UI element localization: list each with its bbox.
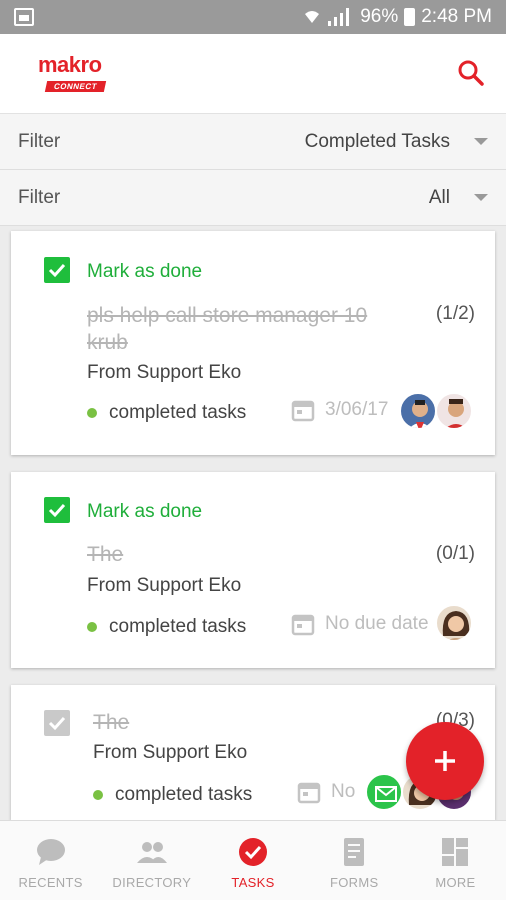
- task-progress-count: (1/2): [435, 303, 475, 324]
- status-dot-icon: [93, 790, 103, 800]
- people-icon: [136, 842, 167, 863]
- due-date-text: 3/06/17: [325, 399, 389, 420]
- task-title[interactable]: pls help call store manager 10 krub: [87, 302, 407, 356]
- task-status: completed tasks: [87, 402, 246, 424]
- status-bar-right: 96% 2:48 PM: [304, 6, 492, 28]
- task-card[interactable]: Mark as done pls help call store manager…: [11, 231, 495, 455]
- mark-done-checkbox[interactable]: [44, 497, 70, 523]
- task-progress-count: (0/1): [435, 543, 475, 564]
- calendar-icon: [291, 400, 315, 422]
- mark-done-checkbox[interactable]: [44, 257, 70, 283]
- status-dot-icon: [87, 408, 97, 418]
- nav-more[interactable]: MORE: [405, 821, 506, 900]
- nav-label: DIRECTORY: [112, 875, 192, 890]
- check-circle-icon: [239, 838, 267, 866]
- bottom-navigation: RECENTS DIRECTORY TASKS FORMS MORE: [0, 820, 506, 900]
- nav-label: FORMS: [329, 875, 379, 890]
- signal-icon: [326, 8, 354, 26]
- envelope-icon: [375, 786, 397, 802]
- assignee-avatar[interactable]: [435, 604, 473, 642]
- nav-label: TASKS: [231, 875, 275, 890]
- task-card[interactable]: Mark as done The (0/1) From Support Eko …: [11, 472, 495, 668]
- task-due-date: No due date: [291, 612, 429, 636]
- task-status-label: completed tasks: [115, 784, 253, 805]
- makro-connect-logo: makro CONNECT: [38, 54, 114, 94]
- due-date-text: No due date: [325, 613, 429, 634]
- calendar-icon: [297, 782, 321, 804]
- dropdown-arrow-icon: [474, 138, 488, 145]
- logo-subtext: CONNECT: [44, 81, 107, 92]
- check-icon: [48, 716, 66, 731]
- app-header: makro CONNECT: [0, 34, 506, 114]
- battery-icon: [404, 8, 416, 26]
- assignee-avatar[interactable]: [399, 392, 437, 430]
- assignee-avatar[interactable]: [435, 392, 473, 430]
- dropdown-arrow-icon: [474, 194, 488, 201]
- search-icon: [458, 60, 484, 86]
- filter-select[interactable]: All: [429, 187, 488, 209]
- wifi-icon: [305, 11, 320, 23]
- task-title[interactable]: The: [93, 709, 293, 736]
- status-dot-icon: [87, 622, 97, 632]
- filter-label: Filter: [18, 186, 61, 208]
- task-title[interactable]: The: [87, 541, 407, 568]
- add-task-button[interactable]: [406, 722, 484, 800]
- assignee-avatar[interactable]: [365, 773, 403, 811]
- mark-done-label[interactable]: Mark as done: [87, 261, 202, 283]
- filter-selected-value: Completed Tasks: [304, 130, 450, 152]
- task-due-date: No: [297, 780, 355, 804]
- nav-directory[interactable]: DIRECTORY: [101, 821, 202, 900]
- task-status-label: completed tasks: [109, 402, 247, 423]
- form-icon: [344, 838, 365, 866]
- task-assigner: From Support Eko: [87, 575, 242, 596]
- check-icon: [48, 263, 66, 278]
- task-status: completed tasks: [93, 784, 252, 806]
- nav-label: RECENTS: [18, 875, 83, 890]
- filter-task-status[interactable]: Filter Completed Tasks: [0, 114, 506, 170]
- calendar-icon: [291, 614, 315, 636]
- task-status-label: completed tasks: [109, 616, 247, 637]
- status-bar: 96% 2:48 PM: [0, 0, 506, 34]
- task-assigner: From Support Eko: [87, 362, 242, 383]
- task-status: completed tasks: [87, 616, 246, 638]
- filter-label: Filter: [18, 130, 61, 152]
- nav-label: MORE: [435, 875, 476, 890]
- check-icon: [48, 503, 66, 518]
- due-date-text: No: [331, 781, 356, 802]
- nav-tasks[interactable]: TASKS: [202, 821, 303, 900]
- mark-done-label[interactable]: Mark as done: [87, 501, 202, 523]
- task-assigner: From Support Eko: [93, 742, 248, 763]
- filter-selected-value: All: [428, 186, 450, 208]
- nav-forms[interactable]: FORMS: [304, 821, 405, 900]
- chat-bubble-icon: [36, 839, 65, 865]
- task-due-date: 3/06/17: [291, 398, 388, 422]
- battery-percent: 96%: [360, 6, 399, 27]
- clock: 2:48 PM: [421, 6, 492, 27]
- logo-text: makro: [38, 52, 102, 77]
- search-button[interactable]: [454, 56, 488, 90]
- filter-task-scope[interactable]: Filter All: [0, 170, 506, 226]
- grid-icon: [442, 838, 469, 866]
- plus-icon: [435, 751, 455, 771]
- filter-select[interactable]: Completed Tasks: [305, 131, 488, 153]
- mark-done-checkbox[interactable]: [44, 710, 70, 736]
- nav-recents[interactable]: RECENTS: [0, 821, 101, 900]
- image-notification-icon: [14, 8, 34, 26]
